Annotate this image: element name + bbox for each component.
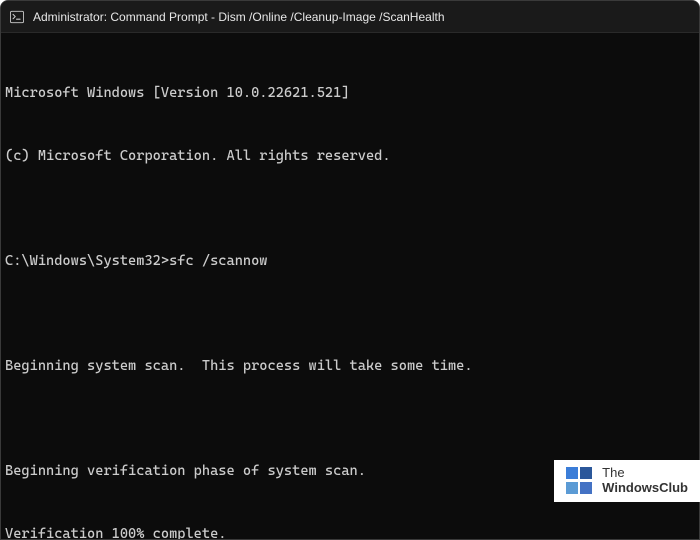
watermark-line2: WindowsClub (602, 481, 688, 496)
watermark-line1: The (602, 466, 688, 481)
terminal-line: (c) Microsoft Corporation. All rights re… (5, 146, 695, 167)
terminal-line: Microsoft Windows [Version 10.0.22621.52… (5, 83, 695, 104)
watermark-text: The WindowsClub (602, 466, 688, 496)
command-prompt-icon (9, 9, 25, 25)
window-titlebar[interactable]: Administrator: Command Prompt - Dism /On… (1, 1, 699, 33)
command-prompt-window: Administrator: Command Prompt - Dism /On… (0, 0, 700, 540)
windowsclub-logo-icon (566, 467, 594, 495)
watermark: The WindowsClub (554, 460, 700, 502)
terminal-line: Verification 100% complete. (5, 524, 695, 540)
window-title: Administrator: Command Prompt - Dism /On… (33, 10, 445, 24)
terminal-line: Beginning system scan. This process will… (5, 356, 695, 377)
terminal-line: C:\Windows\System32>sfc /scannow (5, 251, 695, 272)
